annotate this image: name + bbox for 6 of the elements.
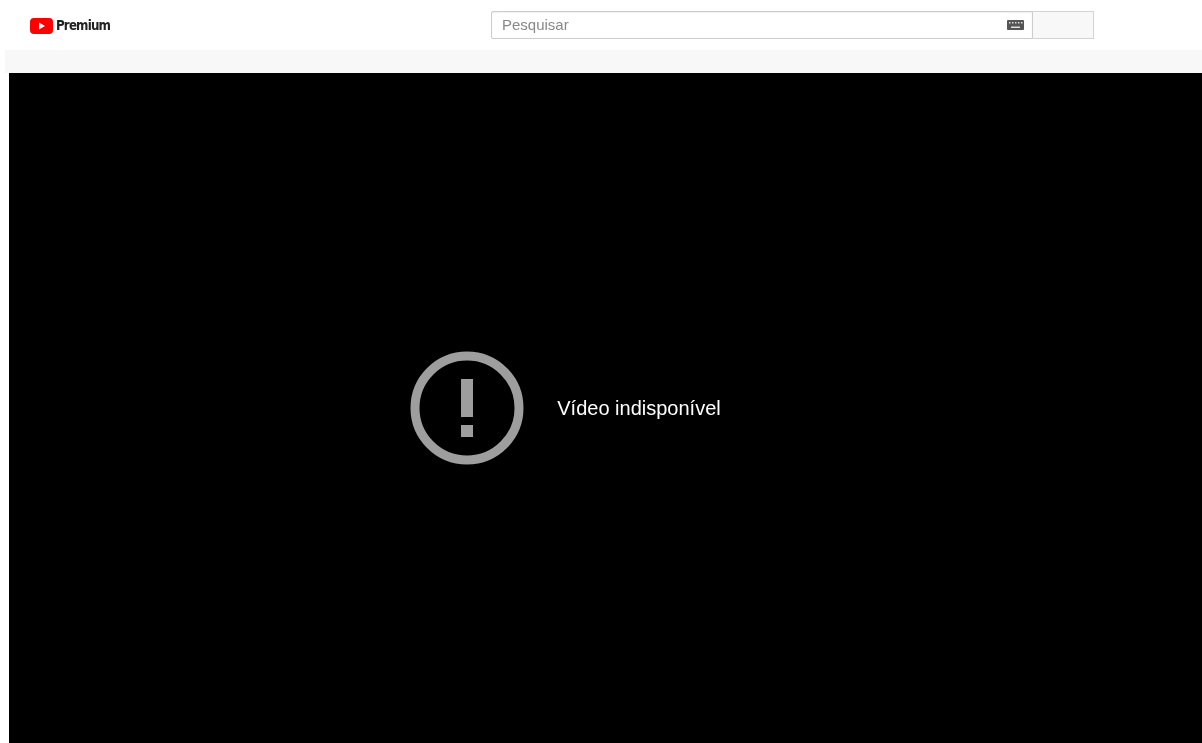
logo-icon[interactable]: [30, 17, 53, 34]
warning-icon: [410, 351, 525, 465]
search-field[interactable]: Pesquisar: [491, 11, 1033, 39]
keyboard-icon[interactable]: [1007, 20, 1024, 30]
unavailable-message: Vídeo indisponível: [557, 396, 721, 421]
logo-text[interactable]: Premium: [56, 15, 111, 36]
